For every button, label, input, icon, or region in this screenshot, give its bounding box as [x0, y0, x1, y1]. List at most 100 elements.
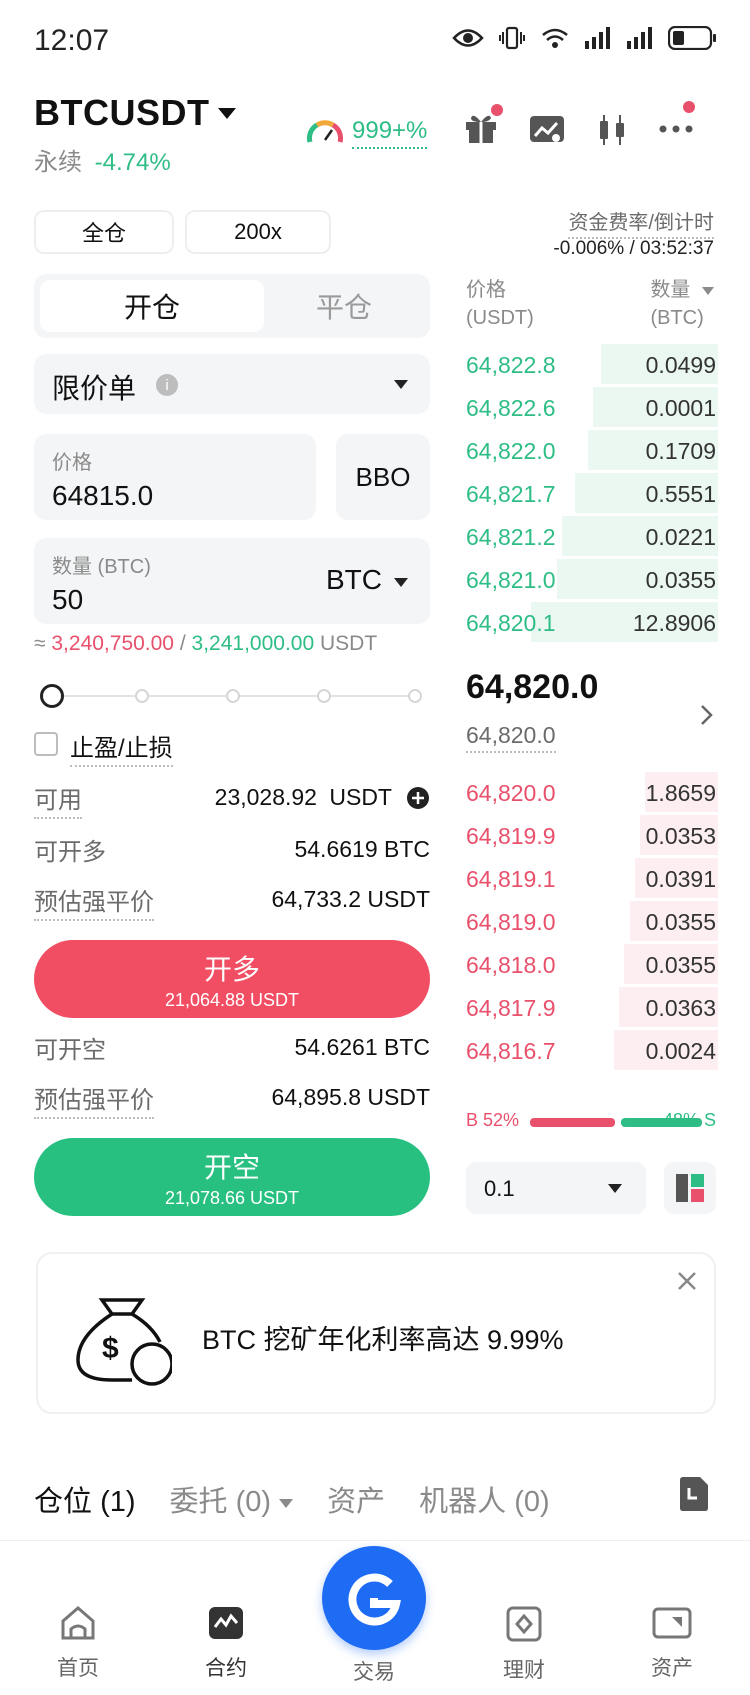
ask-price: 64,822.8 [466, 352, 556, 378]
quantity-slider[interactable] [40, 684, 426, 708]
pair-title[interactable]: BTCUSDT [34, 92, 209, 134]
ask-row[interactable]: 64,822.6 0.0001 [466, 387, 718, 427]
open-long-button[interactable]: 开多 21,064.88 USDT [34, 940, 430, 1018]
gauge-icon[interactable] [305, 116, 345, 146]
header-actions [463, 100, 695, 149]
open-short-button[interactable]: 开空 21,078.66 USDT [34, 1138, 430, 1216]
ask-row[interactable]: 64,822.8 0.0499 [466, 344, 718, 384]
bid-price: 64,816.7 [466, 1038, 556, 1064]
transfer-plus-icon[interactable] [406, 786, 430, 810]
bbo-button[interactable]: BBO [336, 434, 430, 520]
ask-row[interactable]: 64,821.0 0.0355 [466, 559, 718, 599]
mark-price[interactable]: 64,820.0 [466, 722, 556, 753]
bid-row[interactable]: 64,819.0 0.0355 [466, 901, 718, 941]
bid-row[interactable]: 64,817.9 0.0363 [466, 987, 718, 1027]
open-short-amount: 21,078.66 USDT [164, 1188, 300, 1208]
battery-icon [668, 26, 716, 50]
nav-earn[interactable]: 理财 [464, 1605, 584, 1684]
ask-price: 64,820.1 [466, 610, 556, 636]
bid-price: 64,819.0 [466, 909, 556, 935]
liq-price-short-label[interactable]: 预估强平价 [34, 1080, 154, 1119]
slider-handle[interactable] [40, 684, 64, 708]
slider-node-50[interactable] [226, 689, 240, 703]
ask-row[interactable]: 64,821.2 0.0221 [466, 516, 718, 556]
tab-bots-label: 机器人 [419, 1486, 507, 1518]
chevron-down-icon[interactable] [279, 1498, 294, 1508]
can-short-label: 可开空 [34, 1037, 106, 1064]
ratio-badge[interactable]: 999+% [352, 117, 428, 149]
tab-assets[interactable]: 资产 [327, 1478, 385, 1520]
bid-row[interactable]: 64,819.1 0.0391 [466, 858, 718, 898]
chevron-right-icon[interactable] [700, 704, 714, 726]
ask-qty: 0.0355 [645, 567, 716, 593]
tab-positions[interactable]: 仓位 (1) [34, 1478, 136, 1520]
ask-row[interactable]: 64,821.7 0.5551 [466, 473, 718, 513]
ask-price: 64,822.6 [466, 395, 556, 421]
history-icon[interactable] [678, 1476, 710, 1512]
close-icon[interactable] [676, 1270, 698, 1292]
price-input[interactable]: 价格 64815.0 [34, 434, 316, 520]
bid-row[interactable]: 64,818.0 0.0355 [466, 944, 718, 984]
tab-positions-label: 仓位 [34, 1486, 93, 1518]
tab-open[interactable]: 开仓 [40, 280, 264, 332]
chevron-down-icon[interactable] [702, 286, 714, 295]
trade-fab-button[interactable] [322, 1546, 426, 1650]
quantity-value[interactable]: 50 [52, 584, 83, 616]
tab-bots[interactable]: 机器人 (0) [419, 1478, 550, 1520]
tab-orders[interactable]: 委托 (0) [170, 1478, 294, 1520]
info-icon[interactable]: i [156, 374, 178, 396]
slider-node-100[interactable] [408, 689, 422, 703]
ask-price: 64,822.0 [466, 438, 556, 464]
nav-home[interactable]: 首页 [18, 1605, 138, 1682]
orderbook-layout-button[interactable] [664, 1162, 716, 1214]
liq-price-long-label[interactable]: 预估强平价 [34, 882, 154, 921]
tab-orders-label: 委托 [169, 1486, 228, 1518]
candlestick-icon[interactable] [595, 113, 629, 147]
chevron-down-icon[interactable] [218, 108, 236, 119]
price-header-label: 价格 [466, 279, 506, 301]
positions-tabs: 仓位 (1) 委托 (0) 资产 机器人 (0) [34, 1478, 550, 1520]
quantity-label: 数量 (BTC) [52, 556, 151, 578]
nav-assets[interactable]: 资产 [612, 1605, 732, 1682]
price-label: 价格 [52, 452, 92, 474]
funding-rate-label[interactable]: 资金费率/倒计时 [568, 206, 714, 239]
gift-icon[interactable] [463, 104, 503, 149]
ask-qty: 0.0499 [645, 352, 716, 378]
futures-icon [209, 1607, 243, 1639]
approx-unit: USDT [320, 632, 378, 655]
more-icon[interactable] [659, 100, 695, 139]
tpsl-label[interactable]: 止盈/止损 [70, 728, 173, 767]
orderbook-qty-header[interactable]: 数量 (BTC) [650, 276, 714, 332]
liq-price-short-value: 64,895.8 USDT [271, 1084, 430, 1110]
price-value[interactable]: 64815.0 [52, 480, 153, 512]
price-change: -4.74% [94, 149, 171, 176]
quantity-input[interactable]: 数量 (BTC) 50 BTC [34, 538, 430, 624]
promo-banner[interactable]: $ BTC 挖矿年化利率高达 9.99% [36, 1252, 716, 1414]
margin-mode-button[interactable]: 全仓 [34, 210, 174, 254]
buy-ratio-bar [530, 1118, 615, 1127]
tpsl-checkbox[interactable] [34, 732, 58, 756]
available-label[interactable]: 可用 [34, 780, 82, 819]
leverage-button[interactable]: 200x [185, 210, 331, 254]
bid-row[interactable]: 64,820.0 1.8659 [466, 772, 718, 812]
nav-futures[interactable]: 合约 [166, 1605, 286, 1682]
bid-price: 64,820.0 [466, 780, 556, 806]
nav-futures-label: 合约 [205, 1657, 247, 1680]
ask-row[interactable]: 64,822.0 0.1709 [466, 430, 718, 470]
bid-row[interactable]: 64,816.7 0.0024 [466, 1030, 718, 1070]
slider-node-75[interactable] [317, 689, 331, 703]
bid-qty: 0.0355 [645, 909, 716, 935]
bid-qty: 1.8659 [645, 780, 716, 806]
bid-row[interactable]: 64,819.9 0.0353 [466, 815, 718, 855]
ask-row[interactable]: 64,820.1 12.8906 [466, 602, 718, 642]
quantity-unit-select[interactable]: BTC [326, 564, 382, 596]
order-type-select[interactable]: 限价单 i [34, 354, 430, 414]
chart-icon[interactable] [529, 114, 565, 146]
money-bag-icon: $ [76, 1298, 172, 1386]
chevron-down-icon [394, 380, 408, 389]
depth-step-select[interactable]: 0.1 [466, 1162, 646, 1214]
ask-price: 64,821.2 [466, 524, 556, 550]
tab-close[interactable]: 平仓 [264, 280, 424, 332]
slider-node-25[interactable] [135, 689, 149, 703]
chevron-down-icon[interactable] [394, 578, 408, 587]
